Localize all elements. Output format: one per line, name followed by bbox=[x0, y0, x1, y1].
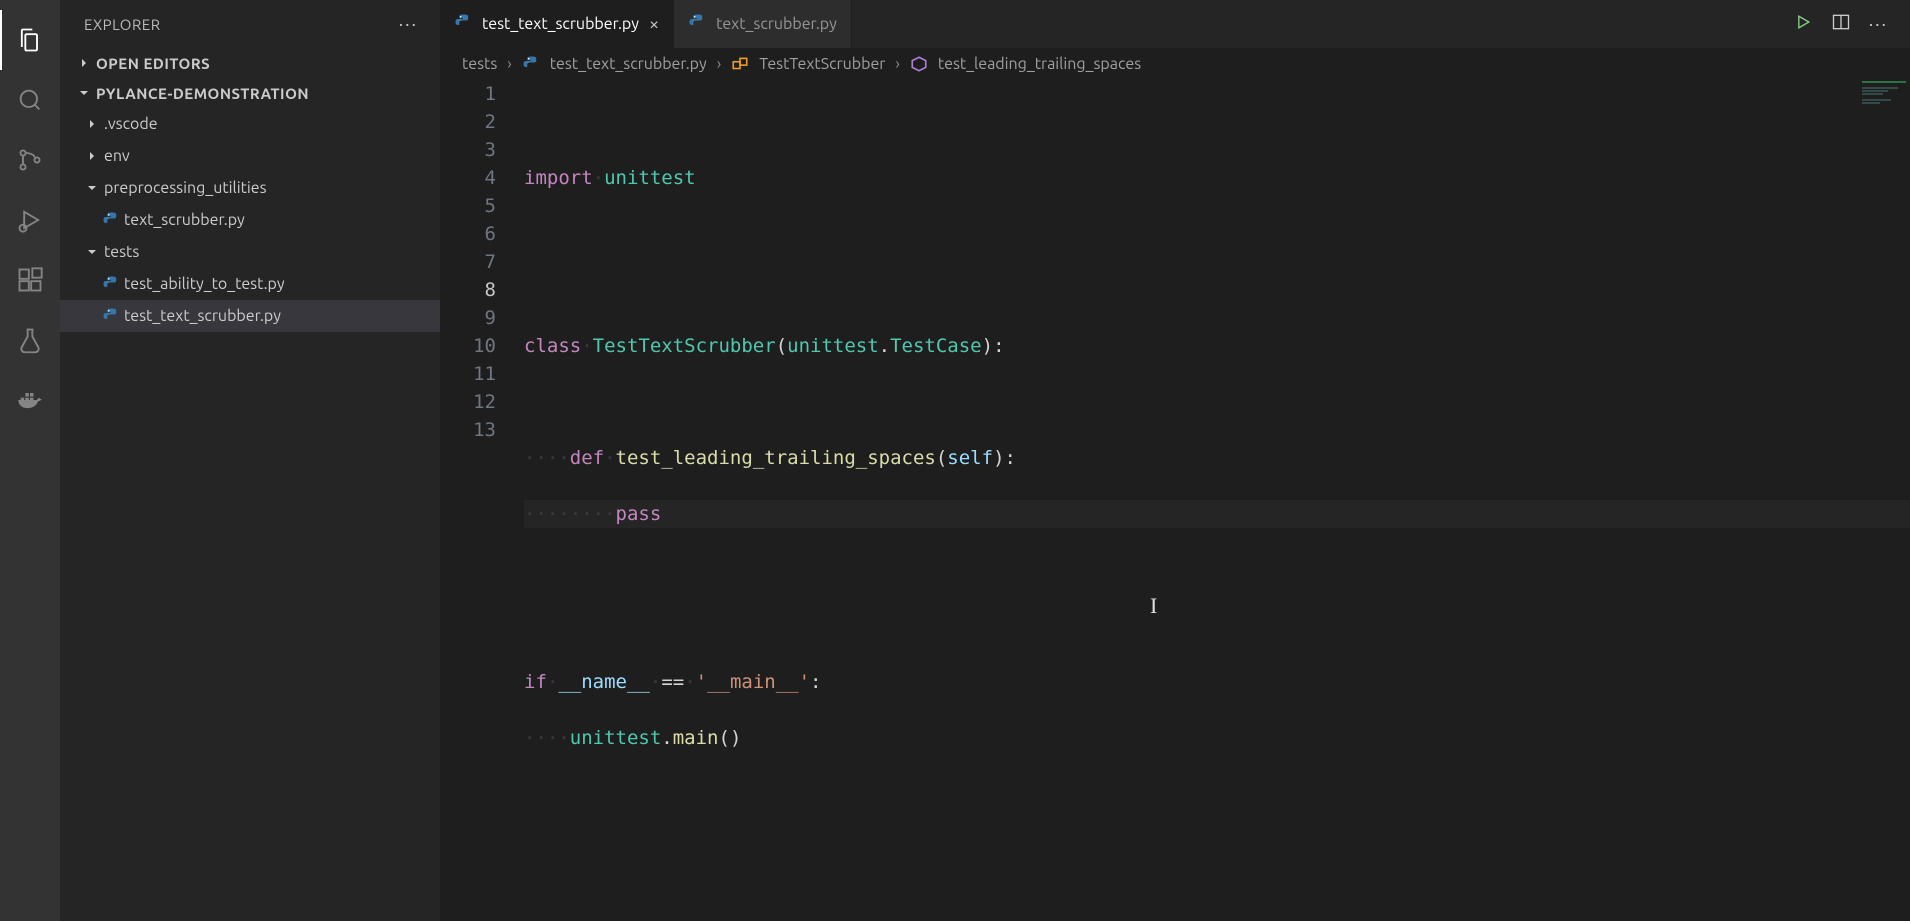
line-number: 6 bbox=[440, 220, 496, 248]
search-icon[interactable] bbox=[0, 70, 60, 130]
close-icon[interactable]: × bbox=[649, 14, 659, 34]
testing-icon[interactable] bbox=[0, 310, 60, 370]
sidebar-more-icon[interactable]: ··· bbox=[399, 14, 418, 34]
line-number: 2 bbox=[440, 108, 496, 136]
minimap[interactable] bbox=[1858, 80, 1910, 200]
chevron-down-icon bbox=[84, 244, 104, 260]
more-actions-icon[interactable]: ··· bbox=[1869, 14, 1888, 34]
project-name: PYLANCE-DEMONSTRATION bbox=[96, 85, 309, 102]
python-file-icon bbox=[102, 307, 124, 325]
open-editors-label: OPEN EDITORS bbox=[96, 55, 210, 72]
project-section[interactable]: PYLANCE-DEMONSTRATION bbox=[60, 78, 440, 108]
source-control-icon[interactable] bbox=[0, 130, 60, 190]
tabbar-actions: ··· bbox=[1793, 0, 1910, 48]
folder-label: .vscode bbox=[104, 115, 158, 133]
breadcrumb-method[interactable]: test_leading_trailing_spaces bbox=[938, 55, 1141, 73]
line-number: 1 bbox=[440, 80, 496, 108]
file-label: text_scrubber.py bbox=[124, 211, 245, 229]
tab-text-scrubber[interactable]: text_scrubber.py bbox=[674, 0, 852, 48]
breadcrumbs[interactable]: tests › test_text_scrubber.py › TestText… bbox=[440, 48, 1910, 80]
breadcrumb-folder[interactable]: tests bbox=[462, 55, 497, 73]
python-file-icon bbox=[102, 275, 124, 293]
extensions-icon[interactable] bbox=[0, 250, 60, 310]
python-file-icon bbox=[102, 211, 124, 229]
chevron-right-icon bbox=[84, 116, 104, 132]
sidebar-title: EXPLORER bbox=[84, 16, 161, 33]
line-number: 11 bbox=[440, 360, 496, 388]
chevron-right-icon bbox=[76, 55, 96, 71]
sidebar: EXPLORER ··· OPEN EDITORS PYLANCE-DEMONS… bbox=[60, 0, 440, 921]
tree-file-text-scrubber[interactable]: text_scrubber.py bbox=[60, 204, 440, 236]
line-number: 3 bbox=[440, 136, 496, 164]
tab-test-text-scrubber[interactable]: test_text_scrubber.py × bbox=[440, 0, 674, 48]
chevron-right-icon: › bbox=[507, 55, 512, 73]
run-icon[interactable] bbox=[1793, 12, 1813, 36]
tree-folder-env[interactable]: env bbox=[60, 140, 440, 172]
tree-folder-tests[interactable]: tests bbox=[60, 236, 440, 268]
folder-label: tests bbox=[104, 243, 139, 261]
line-number: 5 bbox=[440, 192, 496, 220]
line-number-gutter: 1 2 3 4 5 6 7 8 9 10 11 12 13 bbox=[440, 80, 524, 921]
activity-bar bbox=[0, 0, 60, 921]
text-cursor-icon: I bbox=[1150, 592, 1157, 620]
chevron-down-icon bbox=[84, 180, 104, 196]
editor-group: test_text_scrubber.py × text_scrubber.py… bbox=[440, 0, 1910, 921]
folder-label: env bbox=[104, 147, 130, 165]
explorer-icon[interactable] bbox=[0, 10, 60, 70]
python-file-icon bbox=[688, 13, 706, 35]
tree-file-test-ability[interactable]: test_ability_to_test.py bbox=[60, 268, 440, 300]
line-number: 7 bbox=[440, 248, 496, 276]
tabbar: test_text_scrubber.py × text_scrubber.py… bbox=[440, 0, 1910, 48]
file-tree: .vscode env preprocessing_utilities text… bbox=[60, 108, 440, 921]
breadcrumb-file[interactable]: test_text_scrubber.py bbox=[550, 55, 707, 73]
folder-label: preprocessing_utilities bbox=[104, 179, 267, 197]
python-file-icon bbox=[522, 55, 540, 74]
tab-label: text_scrubber.py bbox=[716, 15, 837, 33]
tree-folder-vscode[interactable]: .vscode bbox=[60, 108, 440, 140]
chevron-down-icon bbox=[76, 85, 96, 101]
editor[interactable]: 1 2 3 4 5 6 7 8 9 10 11 12 13 import·uni… bbox=[440, 80, 1910, 921]
file-label: test_ability_to_test.py bbox=[124, 275, 285, 293]
tree-folder-preprocessing[interactable]: preprocessing_utilities bbox=[60, 172, 440, 204]
line-number: 10 bbox=[440, 332, 496, 360]
tab-label: test_text_scrubber.py bbox=[482, 15, 639, 33]
breadcrumb-class[interactable]: TestTextScrubber bbox=[759, 55, 885, 73]
chevron-right-icon: › bbox=[717, 55, 722, 73]
line-number: 8 bbox=[440, 276, 496, 304]
file-label: test_text_scrubber.py bbox=[124, 307, 281, 325]
sidebar-header: EXPLORER ··· bbox=[60, 0, 440, 48]
open-editors-section[interactable]: OPEN EDITORS bbox=[60, 48, 440, 78]
tree-file-test-text-scrubber[interactable]: test_text_scrubber.py bbox=[60, 300, 440, 332]
docker-icon[interactable] bbox=[0, 370, 60, 430]
chevron-right-icon bbox=[84, 148, 104, 164]
split-editor-icon[interactable] bbox=[1831, 12, 1851, 36]
code-content[interactable]: import·unittest class·TestTextScrubber(u… bbox=[524, 80, 1910, 921]
run-debug-icon[interactable] bbox=[0, 190, 60, 250]
line-number: 13 bbox=[440, 416, 496, 444]
class-icon bbox=[731, 55, 749, 74]
line-number: 9 bbox=[440, 304, 496, 332]
line-number: 4 bbox=[440, 164, 496, 192]
method-icon bbox=[910, 55, 928, 74]
line-number: 12 bbox=[440, 388, 496, 416]
python-file-icon bbox=[454, 13, 472, 35]
chevron-right-icon: › bbox=[895, 55, 900, 73]
